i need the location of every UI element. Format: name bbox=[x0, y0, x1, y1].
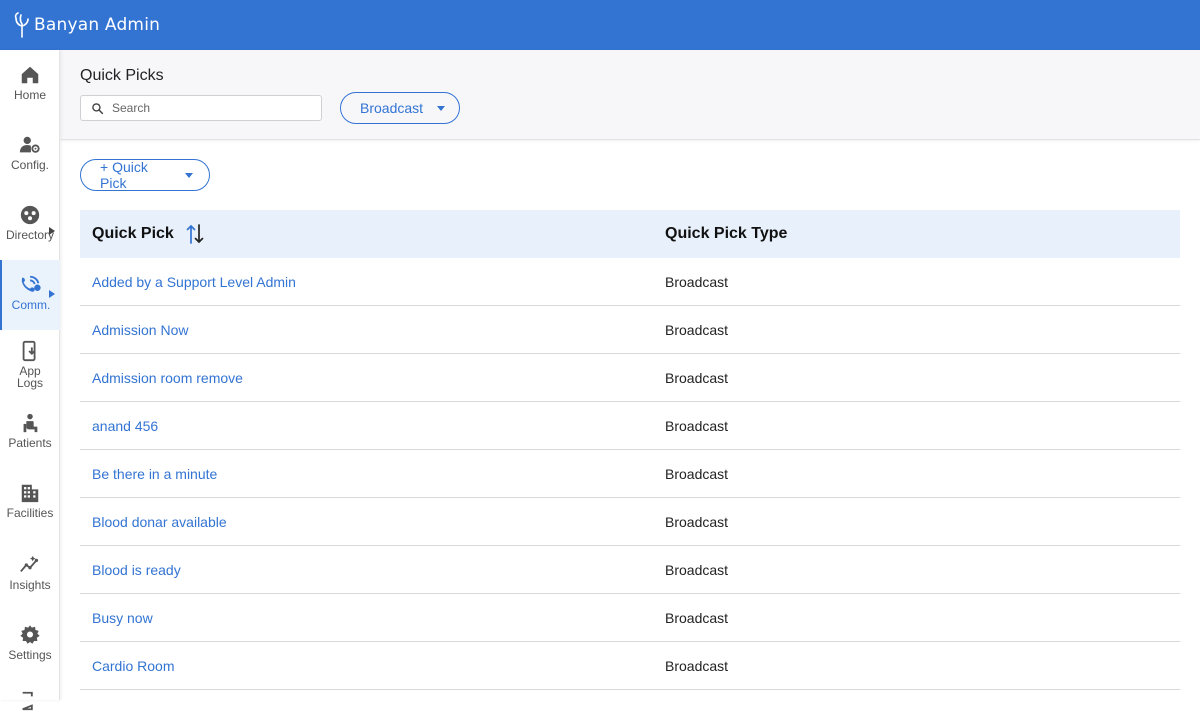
quick-pick-link[interactable]: Added by a Support Level Admin bbox=[92, 274, 296, 290]
submenu-arrow-icon bbox=[49, 290, 55, 298]
sidebar-item-label: Home bbox=[13, 88, 46, 102]
table-row: Be there in a minute Broadcast bbox=[80, 450, 1180, 498]
add-quick-pick-label: + Quick Pick bbox=[100, 159, 148, 191]
type-filter-label: Broadcast bbox=[360, 100, 424, 116]
app-title: Banyan Admin bbox=[34, 15, 161, 35]
quick-pick-link[interactable]: Cardio Room bbox=[92, 658, 174, 674]
sidebar-item-label: App Logs bbox=[16, 364, 44, 390]
directory-icon bbox=[20, 205, 40, 225]
quick-pick-link[interactable]: Admission Now bbox=[92, 322, 188, 338]
quick-pick-type: Broadcast bbox=[665, 513, 729, 530]
quick-pick-link[interactable]: Be there in a minute bbox=[92, 466, 217, 482]
quick-pick-type: Broadcast bbox=[665, 369, 729, 386]
chevron-down-icon bbox=[185, 172, 193, 178]
sidebar-item-patients[interactable]: Patients bbox=[0, 412, 60, 449]
communication-icon bbox=[21, 275, 41, 292]
sidebar-item-label: Directory bbox=[5, 228, 54, 242]
column-header-label: Quick Pick bbox=[92, 225, 174, 242]
quick-pick-link[interactable]: Blood is ready bbox=[92, 562, 181, 578]
user-gear-icon bbox=[19, 136, 40, 153]
column-header-quick-pick-type: Quick Pick Type bbox=[665, 225, 788, 242]
add-quick-pick-button[interactable]: + Quick Pick bbox=[80, 159, 210, 191]
banyan-logo-icon bbox=[14, 12, 29, 38]
quick-pick-type: Broadcast bbox=[665, 609, 729, 626]
quick-pick-type: Broadcast bbox=[665, 465, 729, 482]
table-row: Added by a Support Level Admin Broadcast bbox=[80, 258, 1180, 306]
sidebar-item-more[interactable] bbox=[0, 690, 60, 715]
sidebar-item-facilities[interactable]: Facilities bbox=[0, 482, 60, 519]
sidebar-item-label: Comm. bbox=[11, 298, 51, 312]
sidebar-item-label: Insights bbox=[9, 578, 51, 592]
submenu-arrow-icon bbox=[49, 227, 55, 235]
quick-picks-table: Quick Pick Quick Pick Type Added by a Su… bbox=[80, 210, 1180, 690]
sidebar-item-label: Facilities bbox=[6, 506, 54, 520]
search-input[interactable] bbox=[110, 100, 310, 116]
table-row: Blood donar available Broadcast bbox=[80, 498, 1180, 546]
page-title: Quick Picks bbox=[80, 67, 164, 84]
building-icon bbox=[21, 484, 39, 503]
sidebar-item-config[interactable]: Config. bbox=[0, 134, 60, 171]
sidebar-item-label: Patients bbox=[8, 436, 52, 450]
quick-pick-link[interactable]: Admission room remove bbox=[92, 370, 243, 386]
gear-icon bbox=[20, 625, 40, 644]
table-row: Cardio Room Broadcast bbox=[80, 642, 1180, 690]
table-row: Busy now Broadcast bbox=[80, 594, 1180, 642]
quick-pick-type: Broadcast bbox=[665, 273, 729, 290]
table-row: Admission Now Broadcast bbox=[80, 306, 1180, 354]
page-header: Quick Picks Broadcast bbox=[61, 50, 1200, 140]
table-row: anand 456 Broadcast bbox=[80, 402, 1180, 450]
table-row: Blood is ready Broadcast bbox=[80, 546, 1180, 594]
sidebar-item-home[interactable]: Home bbox=[0, 64, 60, 101]
quick-pick-type: Broadcast bbox=[665, 321, 729, 338]
type-filter-dropdown[interactable]: Broadcast bbox=[340, 92, 460, 124]
home-icon bbox=[21, 66, 39, 84]
quick-pick-link[interactable]: anand 456 bbox=[92, 418, 158, 434]
patient-icon bbox=[23, 413, 38, 433]
logout-icon bbox=[22, 691, 33, 711]
sidebar-item-directory[interactable]: Directory bbox=[0, 204, 60, 252]
quick-pick-link[interactable]: Blood donar available bbox=[92, 514, 227, 530]
top-bar: Banyan Admin bbox=[0, 0, 1200, 50]
sidebar-item-insights[interactable]: Insights bbox=[0, 554, 60, 591]
search-icon bbox=[92, 102, 104, 114]
table-header: Quick Pick Quick Pick Type bbox=[80, 210, 1180, 258]
sidebar-item-label: Config. bbox=[10, 158, 50, 172]
app-logs-icon bbox=[22, 340, 36, 362]
sidebar-item-label: Settings bbox=[8, 648, 52, 662]
sidebar-item-comm[interactable]: Comm. bbox=[0, 260, 60, 330]
table-row: Admission room remove Broadcast bbox=[80, 354, 1180, 402]
sidebar-nav: Home Config. Directory Comm. App Logs Pa… bbox=[0, 50, 60, 711]
app-logo[interactable]: Banyan Admin bbox=[12, 12, 160, 38]
sidebar-item-settings[interactable]: Settings bbox=[0, 624, 60, 661]
sidebar-item-app-logs[interactable]: App Logs bbox=[0, 340, 60, 389]
column-header-quick-pick: Quick Pick bbox=[80, 223, 653, 245]
search-box[interactable] bbox=[80, 95, 322, 121]
insights-icon bbox=[20, 555, 39, 573]
quick-pick-type: Broadcast bbox=[665, 561, 729, 578]
sort-icon[interactable] bbox=[186, 223, 204, 245]
chevron-down-icon bbox=[437, 105, 446, 111]
quick-pick-link[interactable]: Busy now bbox=[92, 610, 153, 626]
quick-pick-type: Broadcast bbox=[665, 417, 729, 434]
quick-pick-type: Broadcast bbox=[665, 657, 729, 674]
